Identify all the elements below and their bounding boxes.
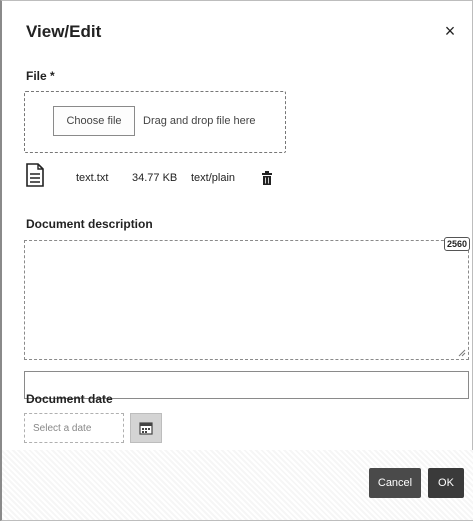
- trash-icon[interactable]: [262, 171, 272, 185]
- calendar-icon: [139, 422, 153, 435]
- description-label: Document description: [26, 217, 153, 231]
- char-counter-badge: 2560: [443, 237, 470, 251]
- date-label: Document date: [26, 392, 113, 406]
- file-label: File *: [26, 69, 55, 83]
- file-dropzone[interactable]: Choose file Drag and drop file here: [24, 91, 286, 153]
- choose-file-button[interactable]: Choose file: [53, 106, 135, 136]
- file-name: text.txt: [76, 172, 109, 184]
- resize-handle-icon[interactable]: [458, 349, 466, 357]
- ok-button[interactable]: OK: [428, 468, 464, 498]
- cancel-button[interactable]: Cancel: [369, 468, 421, 498]
- close-button[interactable]: ×: [440, 21, 460, 41]
- file-size: 34.77 KB: [132, 172, 178, 184]
- drop-hint-text: Drag and drop file here: [143, 115, 256, 127]
- attached-file-row: text.txt 34.77 KB text/plain: [26, 163, 286, 191]
- file-type: text/plain: [191, 172, 236, 184]
- document-icon: [26, 163, 44, 187]
- dialog-title: View/Edit: [26, 22, 102, 41]
- calendar-button[interactable]: [130, 413, 162, 443]
- date-input[interactable]: Select a date: [24, 413, 124, 443]
- description-textarea[interactable]: 2560: [24, 237, 470, 360]
- view-edit-dialog: View/Edit × File * Choose file Drag and …: [0, 0, 473, 521]
